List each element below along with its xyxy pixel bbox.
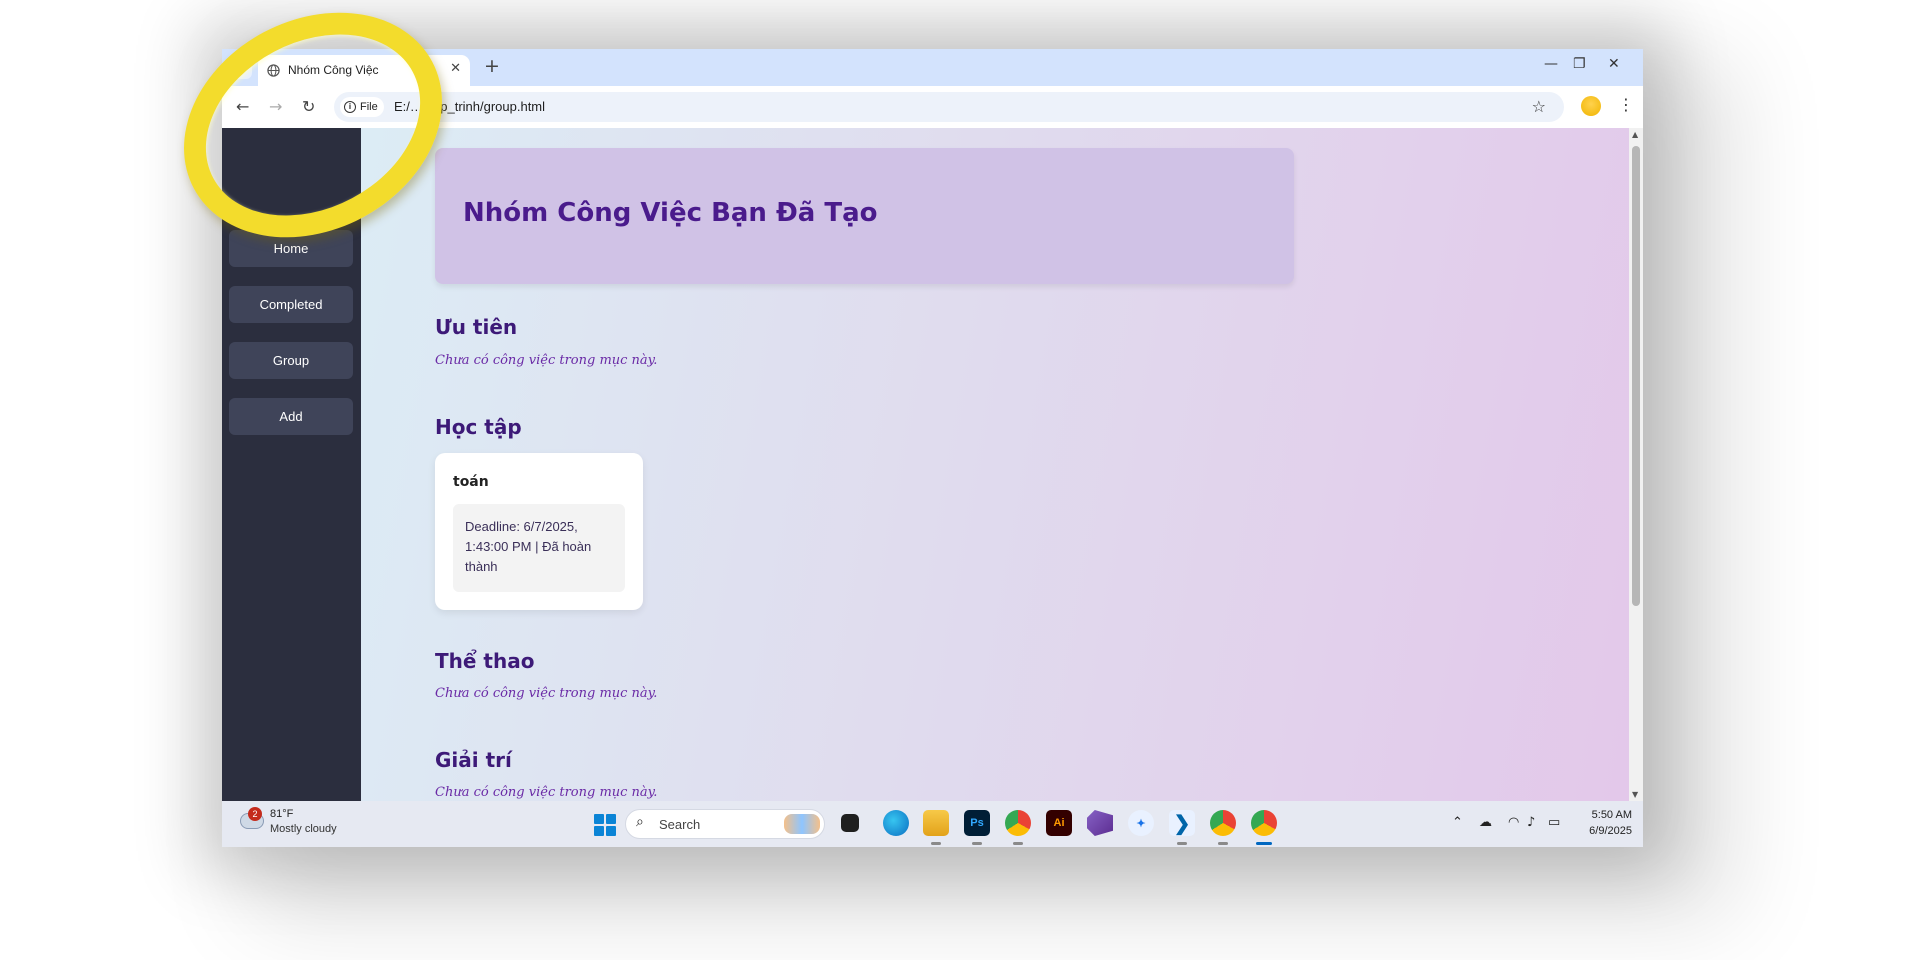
search-label: Search — [659, 817, 701, 832]
task-detail: Deadline: 6/7/2025, 1:43:00 PM | Đã hoàn… — [453, 504, 625, 592]
visual-studio-icon[interactable] — [1087, 810, 1113, 836]
scroll-up-arrow-icon[interactable]: ▲ — [1632, 130, 1638, 139]
folder-icon[interactable] — [923, 810, 949, 836]
weather-desc[interactable]: Mostly cloudy — [270, 823, 337, 835]
tray-overflow-chevron-icon[interactable]: ⌃ — [1452, 815, 1463, 830]
running-indicator — [1218, 842, 1228, 845]
menu-kebab-icon[interactable]: ⋮ — [1618, 95, 1634, 114]
close-tab-icon[interactable]: ✕ — [450, 61, 461, 76]
taskbar-search[interactable]: ⌕ Search — [625, 809, 825, 839]
running-indicator — [931, 842, 941, 845]
running-indicator — [972, 842, 982, 845]
browser-window: ▼ Nhóm Công Việc ✕ + — ❐ ✕ ← → ↻ i File … — [222, 49, 1643, 847]
task-card[interactable]: toán Deadline: 6/7/2025, 1:43:00 PM | Đã… — [435, 453, 643, 610]
edge-icon[interactable] — [883, 810, 909, 836]
windows-taskbar: 2 81°F Mostly cloudy ⌕ Search Ps Ai ✦ ❯ — [222, 801, 1643, 847]
bookmark-star-icon[interactable]: ☆ — [1532, 97, 1546, 116]
chrome-icon[interactable] — [1251, 810, 1277, 836]
weather-badge: 2 — [248, 807, 262, 821]
minimize-icon[interactable]: — — [1544, 56, 1558, 72]
running-indicator — [1013, 842, 1023, 845]
section-title-the-thao: Thể thao — [435, 649, 535, 673]
app-store-icon[interactable]: ✦ — [1128, 810, 1154, 836]
page-viewport: Home Completed Group Add Nhóm Công Việc … — [222, 128, 1643, 801]
sidebar-item-add[interactable]: Add — [229, 398, 353, 435]
empty-note: Chưa có công việc trong mục này. — [435, 785, 658, 800]
photoshop-icon[interactable]: Ps — [964, 810, 990, 836]
task-name: toán — [453, 474, 489, 490]
sidebar-item-group[interactable]: Group — [229, 342, 353, 379]
scroll-thumb[interactable] — [1632, 146, 1640, 606]
section-title-giai-tri: Giải trí — [435, 748, 512, 772]
screenshot-stage: ▼ Nhóm Công Việc ✕ + — ❐ ✕ ← → ↻ i File … — [0, 0, 1920, 960]
illustrator-icon[interactable]: Ai — [1046, 810, 1072, 836]
onedrive-cloud-icon[interactable]: ☁ — [1479, 815, 1492, 830]
battery-icon[interactable]: ▭ — [1548, 815, 1560, 830]
search-icon: ⌕ — [636, 814, 644, 830]
page-header-card: Nhóm Công Việc Bạn Đã Tạo — [435, 148, 1294, 284]
profile-avatar[interactable] — [1581, 96, 1601, 116]
wifi-icon[interactable]: ◠ — [1508, 815, 1519, 830]
scroll-down-arrow-icon[interactable]: ▼ — [1632, 790, 1638, 799]
clock-time[interactable]: 5:50 AM — [1588, 809, 1632, 821]
vertical-scrollbar[interactable]: ▲ ▼ — [1629, 128, 1643, 801]
task-view-icon[interactable] — [841, 814, 859, 832]
main-content: Nhóm Công Việc Bạn Đã Tạo Ưu tiên Chưa c… — [361, 128, 1629, 801]
vscode-icon[interactable]: ❯ — [1169, 810, 1195, 836]
empty-note: Chưa có công việc trong mục này. — [435, 353, 658, 368]
empty-note: Chưa có công việc trong mục này. — [435, 686, 658, 701]
restore-icon[interactable]: ❐ — [1573, 56, 1586, 72]
search-highlight-icon — [784, 814, 820, 834]
running-indicator — [1177, 842, 1187, 845]
windows-start-icon[interactable] — [594, 814, 616, 836]
clock-date[interactable]: 6/9/2025 — [1578, 825, 1632, 837]
volume-icon[interactable]: ♪ — [1527, 815, 1535, 830]
section-title-uu-tien: Ưu tiên — [435, 315, 518, 339]
new-tab-button[interactable]: + — [484, 55, 500, 77]
chrome-profile-icon[interactable] — [1005, 810, 1031, 836]
weather-temp[interactable]: 81°F — [270, 808, 293, 820]
page-title: Nhóm Công Việc Bạn Đã Tạo — [463, 198, 878, 228]
section-title-hoc-tap: Học tập — [435, 415, 522, 439]
sidebar-item-completed[interactable]: Completed — [229, 286, 353, 323]
close-window-icon[interactable]: ✕ — [1608, 56, 1620, 72]
chrome-profile-2-icon[interactable] — [1210, 810, 1236, 836]
address-bar[interactable]: i File E:/…_lap_trinh/group.html ☆ — [334, 92, 1564, 122]
active-indicator — [1256, 842, 1272, 845]
